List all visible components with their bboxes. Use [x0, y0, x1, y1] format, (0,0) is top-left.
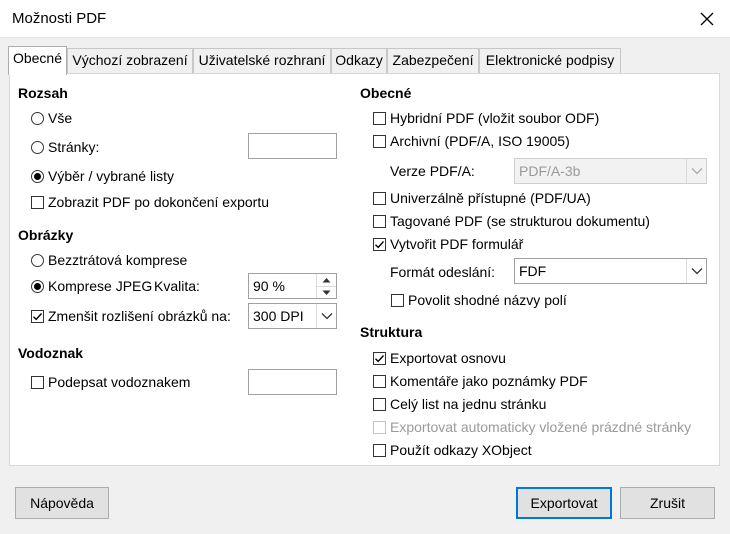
hybrid-pdf-checkbox[interactable]: [373, 112, 386, 125]
view-after-export-label: Zobrazit PDF po dokončení exportu: [48, 194, 270, 210]
archive-pdfa-label: Archivní (PDF/A, ISO 19005): [390, 133, 570, 149]
sign-watermark-checkbox[interactable]: [31, 376, 44, 389]
range-selection-radio[interactable]: [31, 170, 44, 183]
spin-up-icon[interactable]: [317, 274, 336, 286]
range-heading: Rozsah: [18, 85, 68, 101]
tab-user-interface[interactable]: Uživatelské rozhraní: [193, 48, 331, 73]
range-all-label: Vše: [48, 110, 73, 126]
whole-sheet-checkbox[interactable]: [373, 398, 386, 411]
dpi-dropdown[interactable]: 300 DPI: [248, 303, 337, 329]
universal-access-checkbox[interactable]: [373, 192, 386, 205]
tab-initial-view[interactable]: Výchozí zobrazení: [67, 48, 193, 73]
structure-heading: Struktura: [360, 324, 423, 340]
range-pages-label: Stránky:: [48, 139, 100, 155]
same-field-names-checkbox[interactable]: [391, 294, 404, 307]
sign-watermark-label: Podepsat vodoznakem: [48, 374, 191, 390]
chevron-down-icon[interactable]: [316, 304, 336, 328]
general-tab-panel: Rozsah Vše Stránky: Výběr / vybrané list…: [9, 73, 720, 466]
lossless-compression-label: Bezztrátová komprese: [48, 252, 188, 268]
blank-pages-label: Exportovat automaticky vložené prázdné s…: [390, 419, 692, 435]
jpeg-compression-label: Komprese JPEG: [48, 278, 153, 294]
quality-label: Kvalita:: [154, 278, 200, 294]
tab-links[interactable]: Odkazy: [331, 48, 387, 73]
pdfa-version-value: PDF/A-3b: [519, 163, 581, 179]
submit-format-label: Formát odeslání:: [390, 264, 496, 280]
tab-general[interactable]: Obecné: [8, 46, 67, 75]
chevron-down-icon[interactable]: [686, 159, 706, 183]
export-outline-label: Exportovat osnovu: [390, 350, 506, 366]
watermark-heading: Vodoznak: [18, 345, 84, 361]
submit-format-value: FDF: [519, 263, 547, 279]
create-form-checkbox[interactable]: [373, 238, 386, 251]
lossless-compression-radio[interactable]: [31, 254, 44, 267]
comments-as-notes-checkbox[interactable]: [373, 375, 386, 388]
export-outline-checkbox[interactable]: [373, 352, 386, 365]
jpeg-compression-radio[interactable]: [31, 280, 44, 293]
comments-as-notes-label: Komentáře jako poznámky PDF: [390, 373, 588, 389]
title-bar: Možnosti PDF: [0, 0, 730, 38]
hybrid-pdf-label: Hybridní PDF (vložit soubor ODF): [390, 110, 600, 126]
help-button[interactable]: Nápověda: [15, 487, 109, 519]
export-button[interactable]: Exportovat: [516, 487, 612, 519]
reduce-resolution-label: Zmenšit rozlišení obrázků na:: [48, 308, 231, 324]
blank-pages-checkbox: [373, 421, 386, 434]
watermark-input[interactable]: [248, 369, 337, 395]
quality-spin-buttons[interactable]: [316, 274, 336, 298]
reduce-resolution-checkbox[interactable]: [31, 310, 44, 323]
archive-pdfa-checkbox[interactable]: [373, 135, 386, 148]
submit-format-dropdown[interactable]: FDF: [514, 258, 707, 284]
quality-value: 90 %: [253, 278, 285, 294]
range-pages-radio[interactable]: [31, 141, 44, 154]
tagged-pdf-checkbox[interactable]: [373, 215, 386, 228]
create-form-label: Vytvořit PDF formulář: [390, 236, 524, 252]
universal-access-label: Univerzálně přístupné (PDF/UA): [390, 190, 591, 206]
chevron-down-icon[interactable]: [686, 259, 706, 283]
dpi-value: 300 DPI: [253, 308, 304, 324]
use-xobject-label: Použít odkazy XObject: [390, 442, 532, 458]
range-selection-label: Výběr / vybrané listy: [48, 168, 175, 184]
tab-digital-signatures[interactable]: Elektronické podpisy: [479, 48, 621, 73]
general-heading: Obecné: [360, 85, 412, 101]
spin-down-icon[interactable]: [317, 286, 336, 298]
cancel-button[interactable]: Zrušit: [620, 487, 715, 519]
pdfa-version-label: Verze PDF/A:: [390, 163, 475, 179]
range-all-radio[interactable]: [31, 112, 44, 125]
view-after-export-checkbox[interactable]: [31, 196, 44, 209]
close-icon[interactable]: [694, 6, 720, 32]
tab-security[interactable]: Zabezpečení: [387, 48, 479, 73]
window-title: Možnosti PDF: [12, 10, 107, 27]
range-pages-input[interactable]: [248, 133, 337, 159]
images-heading: Obrázky: [18, 227, 74, 243]
use-xobject-checkbox[interactable]: [373, 444, 386, 457]
pdfa-version-dropdown[interactable]: PDF/A-3b: [514, 158, 707, 184]
tagged-pdf-label: Tagované PDF (se strukturou dokumentu): [390, 213, 650, 229]
quality-spinbox[interactable]: 90 %: [248, 273, 337, 299]
same-field-names-label: Povolit shodné názvy polí: [408, 292, 567, 308]
whole-sheet-label: Celý list na jednu stránku: [390, 396, 547, 412]
